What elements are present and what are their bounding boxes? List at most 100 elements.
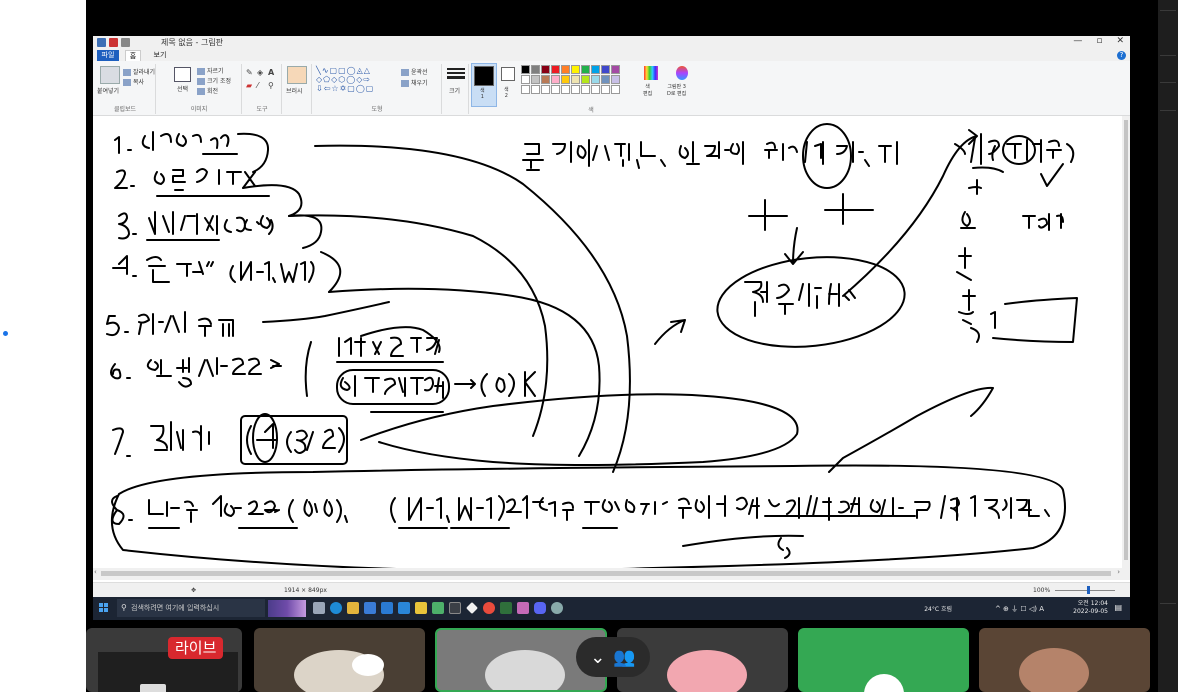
tab-view[interactable]: 보기 <box>151 50 169 61</box>
color-swatch[interactable] <box>561 75 570 84</box>
paint-icon[interactable] <box>517 602 529 614</box>
vertical-scroll-thumb[interactable] <box>1124 120 1128 560</box>
zoom-slider-thumb[interactable] <box>1087 586 1090 594</box>
task-view-icon[interactable] <box>313 602 325 614</box>
color-swatch[interactable] <box>581 75 590 84</box>
drawing-canvas[interactable] <box>93 116 1122 572</box>
color-swatch[interactable] <box>601 65 610 74</box>
horizontal-scroll-thumb[interactable] <box>101 571 1111 576</box>
color-swatch[interactable] <box>601 85 610 94</box>
eraser-icon[interactable]: ▰ <box>246 81 252 90</box>
minimize-button[interactable]: — <box>1073 36 1082 46</box>
size-button[interactable]: 크기 <box>449 86 460 95</box>
select-button[interactable]: 선택 <box>177 84 188 93</box>
taskbar-search[interactable]: ⚲ 검색하려면 여기에 입력하십시 <box>117 599 265 617</box>
color-swatch[interactable] <box>521 65 530 74</box>
color-swatch[interactable] <box>581 85 590 94</box>
tab-file[interactable]: 파일 <box>97 50 119 61</box>
color2-button[interactable]: 색 2 <box>498 63 518 105</box>
color-swatch[interactable] <box>531 65 540 74</box>
brush-icon[interactable] <box>287 66 307 84</box>
participant-tile-6[interactable] <box>979 628 1150 692</box>
undo-icon[interactable] <box>109 38 118 47</box>
color-swatch[interactable] <box>521 85 530 94</box>
color-swatch[interactable] <box>591 65 600 74</box>
magnifier-icon[interactable]: ⚲ <box>268 81 274 90</box>
scroll-left-icon[interactable]: ‹ <box>94 568 97 576</box>
color1-selected[interactable]: 색 1 <box>471 63 497 107</box>
color-swatch[interactable] <box>551 75 560 84</box>
zoom-slider[interactable] <box>1055 590 1115 591</box>
app-icon-diamond[interactable] <box>466 602 478 614</box>
color-palette[interactable] <box>521 65 620 94</box>
color-swatch[interactable] <box>611 65 620 74</box>
discord-icon[interactable] <box>534 602 546 614</box>
shapes-gallery[interactable]: ╲∿▢▢◯◬△ ◇⬠◇⬡◯◇⇨ ⇩⇦☆✡▢◯▢ <box>316 66 374 93</box>
color-swatch[interactable] <box>601 75 610 84</box>
edit-colors-icon[interactable] <box>644 66 658 80</box>
redo-icon[interactable] <box>121 38 130 47</box>
color-swatch[interactable] <box>541 85 550 94</box>
color-swatch[interactable] <box>561 65 570 74</box>
paint3d-button[interactable]: 그림판 3 D로 편집 <box>667 83 686 97</box>
weather-widget[interactable]: 24°C 흐림 <box>924 604 952 613</box>
copy-button[interactable]: 복사 <box>123 77 144 86</box>
edit-colors-button[interactable]: 색 편집 <box>643 83 652 97</box>
search-highlight-image[interactable] <box>268 600 306 617</box>
close-button[interactable]: ✕ <box>1116 36 1124 46</box>
quick-access-toolbar[interactable] <box>97 38 130 47</box>
select-icon[interactable] <box>174 67 191 82</box>
windows-start-icon[interactable] <box>99 603 109 613</box>
crop-button[interactable]: 자르기 <box>197 66 224 75</box>
app-icon-dark-green[interactable] <box>500 602 512 614</box>
color-swatch[interactable] <box>531 85 540 94</box>
color-swatch[interactable] <box>611 75 620 84</box>
text-tool-icon[interactable]: A <box>268 68 274 77</box>
fill-icon[interactable]: ◈ <box>257 68 263 77</box>
brushes-button[interactable]: 브러시 <box>286 86 303 95</box>
participant-tile-5[interactable] <box>798 628 969 692</box>
maximize-button[interactable]: ▫ <box>1096 36 1102 46</box>
cut-button[interactable]: 잘라내기 <box>123 67 155 76</box>
paste-icon[interactable] <box>100 66 120 84</box>
outline-button[interactable]: 윤곽선 <box>401 67 428 76</box>
color-swatch[interactable] <box>541 75 550 84</box>
tray-icons[interactable]: ^ ⊕ ⏚ ☐ ◁) A <box>995 604 1044 614</box>
help-icon[interactable]: ? <box>1117 51 1126 60</box>
pencil-icon[interactable]: ✎ <box>246 68 253 77</box>
color-swatch[interactable] <box>571 65 580 74</box>
file-explorer-icon[interactable] <box>347 602 359 614</box>
store-icon[interactable] <box>364 602 376 614</box>
mail-icon[interactable] <box>381 602 393 614</box>
color-swatch[interactable] <box>591 75 600 84</box>
color-picker-icon[interactable]: ⁄ <box>257 81 258 90</box>
save-icon[interactable] <box>97 38 106 47</box>
color-swatch[interactable] <box>611 85 620 94</box>
color-swatch[interactable] <box>531 75 540 84</box>
clock[interactable]: 오전 12:04 2022-09-05 <box>1073 600 1108 616</box>
participants-toggle-button[interactable]: ⌄ 👥 <box>576 637 650 677</box>
edge-icon[interactable] <box>330 602 342 614</box>
paint3d-icon[interactable] <box>676 66 688 80</box>
color-swatch[interactable] <box>571 75 580 84</box>
paste-button[interactable]: 붙여넣기 <box>97 86 119 95</box>
fill-button[interactable]: 채우기 <box>401 78 428 87</box>
color-swatch[interactable] <box>551 65 560 74</box>
color-swatch[interactable] <box>521 75 530 84</box>
color-swatch[interactable] <box>561 85 570 94</box>
notification-icon[interactable]: ▤ <box>1114 603 1122 612</box>
app-icon-round[interactable] <box>551 602 563 614</box>
app-icon-yellow[interactable] <box>415 602 427 614</box>
tab-home[interactable]: 홈 <box>125 50 141 61</box>
horizontal-scrollbar[interactable]: ‹ › <box>93 568 1130 580</box>
color-swatch[interactable] <box>571 85 580 94</box>
vertical-scrollbar[interactable] <box>1122 116 1130 568</box>
chrome-icon[interactable] <box>483 602 495 614</box>
participant-tile-2[interactable] <box>254 628 425 692</box>
terminal-icon[interactable] <box>449 602 461 614</box>
vscode-icon[interactable] <box>398 602 410 614</box>
scroll-right-icon[interactable]: › <box>1117 568 1120 576</box>
color-swatch[interactable] <box>551 85 560 94</box>
color-swatch[interactable] <box>581 65 590 74</box>
app-icon-green[interactable] <box>432 602 444 614</box>
